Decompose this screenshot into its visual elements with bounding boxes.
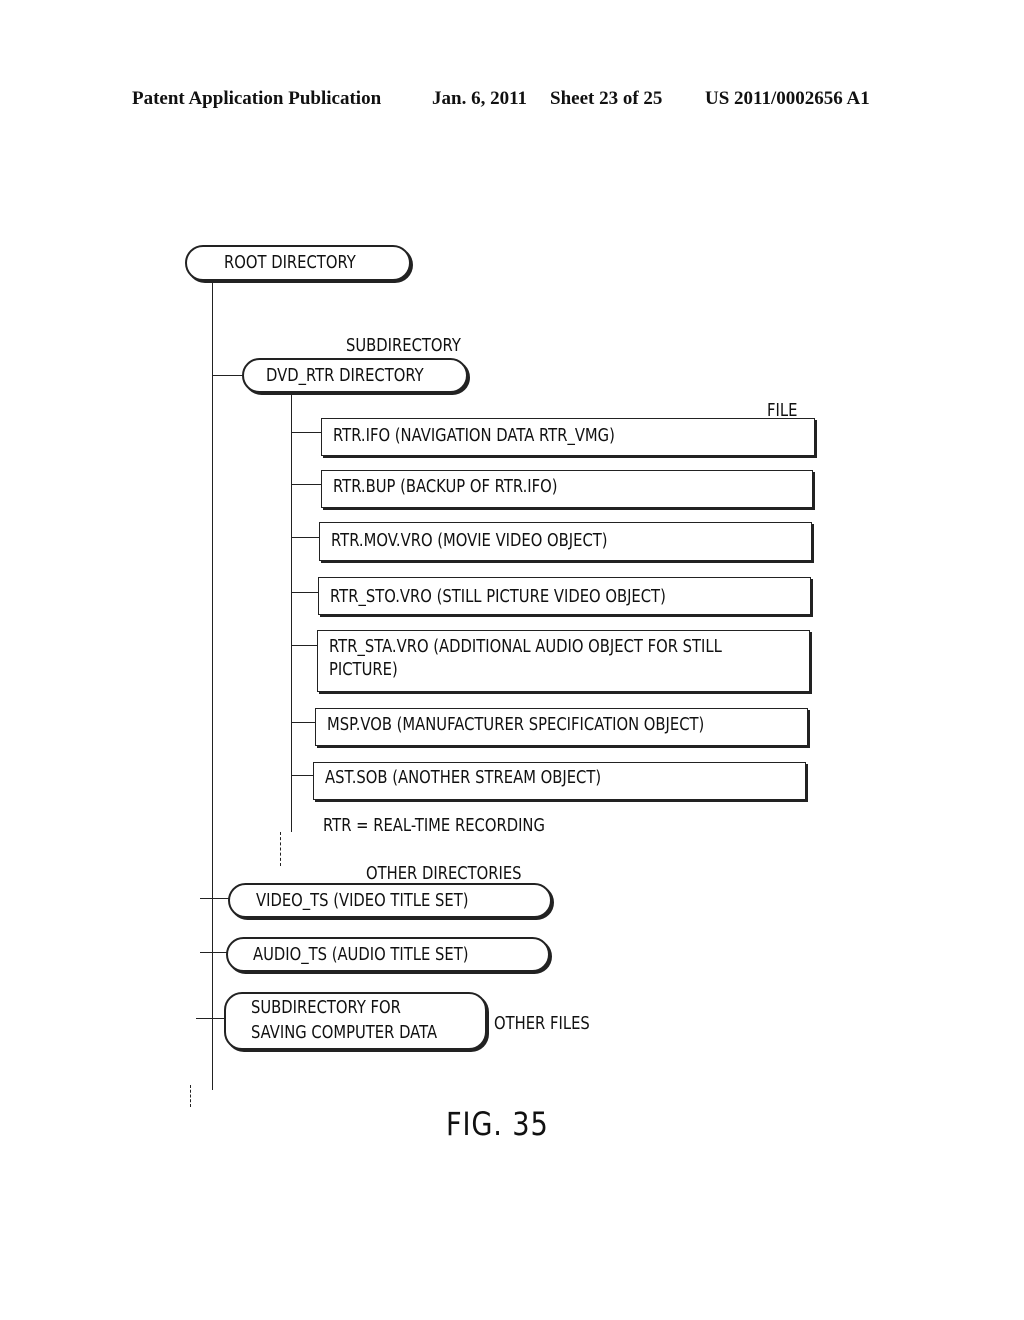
dvd-rtr-directory-label: DVD_RTR DIRECTORY bbox=[266, 365, 424, 386]
connector-file-1 bbox=[291, 432, 321, 433]
connector-computer-data bbox=[196, 1018, 226, 1019]
connector-file-7 bbox=[291, 775, 313, 776]
connector-video-ts bbox=[200, 898, 230, 899]
root-trunk-line bbox=[212, 280, 213, 1090]
connector-file-2 bbox=[291, 484, 321, 485]
sheet-number: Sheet 23 of 25 bbox=[550, 88, 663, 109]
other-files-label: OTHER FILES bbox=[494, 1013, 590, 1034]
connector-audio-ts bbox=[200, 952, 228, 953]
root-trunk-continuation bbox=[190, 1085, 191, 1107]
file-name: AST.SOB (ANOTHER STREAM OBJECT) bbox=[325, 767, 602, 788]
dvd-rtr-trunk-line bbox=[291, 392, 292, 832]
connector-file-4 bbox=[291, 592, 318, 593]
file-name: MSP.VOB (MANUFACTURER SPECIFICATION OBJE… bbox=[327, 714, 705, 735]
file-name: RTR.MOV.VRO (MOVIE VIDEO OBJECT) bbox=[331, 530, 608, 551]
other-directories-label: OTHER DIRECTORIES bbox=[366, 863, 522, 884]
file-name: RTR.IFO (NAVIGATION DATA RTR_VMG) bbox=[333, 425, 615, 446]
figure-label: FIG. 35 bbox=[446, 1105, 549, 1143]
patent-number: US 2011/0002656 A1 bbox=[705, 88, 870, 109]
file-name: RTR.BUP (BACKUP OF RTR.IFO) bbox=[333, 476, 558, 497]
connector-file-6 bbox=[291, 722, 315, 723]
file-name-continued: PICTURE) bbox=[329, 659, 398, 680]
file-name: RTR_STO.VRO (STILL PICTURE VIDEO OBJECT) bbox=[330, 586, 666, 607]
audio-ts-label: AUDIO_TS (AUDIO TITLE SET) bbox=[253, 944, 469, 965]
file-name: RTR_STA.VRO (ADDITIONAL AUDIO OBJECT FOR… bbox=[329, 636, 722, 657]
connector-file-3 bbox=[291, 537, 319, 538]
publication-date: Jan. 6, 2011 bbox=[432, 88, 528, 109]
computer-data-label-line1: SUBDIRECTORY FOR bbox=[251, 997, 401, 1018]
computer-data-label-line2: SAVING COMPUTER DATA bbox=[251, 1022, 438, 1043]
connector-dvd-rtr bbox=[212, 375, 242, 376]
publication-type: Patent Application Publication bbox=[132, 88, 382, 109]
subdirectory-label: SUBDIRECTORY bbox=[346, 335, 461, 356]
root-directory-label: ROOT DIRECTORY bbox=[224, 252, 356, 273]
connector-file-5 bbox=[291, 645, 317, 646]
dvd-rtr-trunk-continuation bbox=[280, 832, 281, 866]
video-ts-label: VIDEO_TS (VIDEO TITLE SET) bbox=[256, 890, 469, 911]
rtr-abbreviation-note: RTR = REAL-TIME RECORDING bbox=[323, 815, 545, 836]
